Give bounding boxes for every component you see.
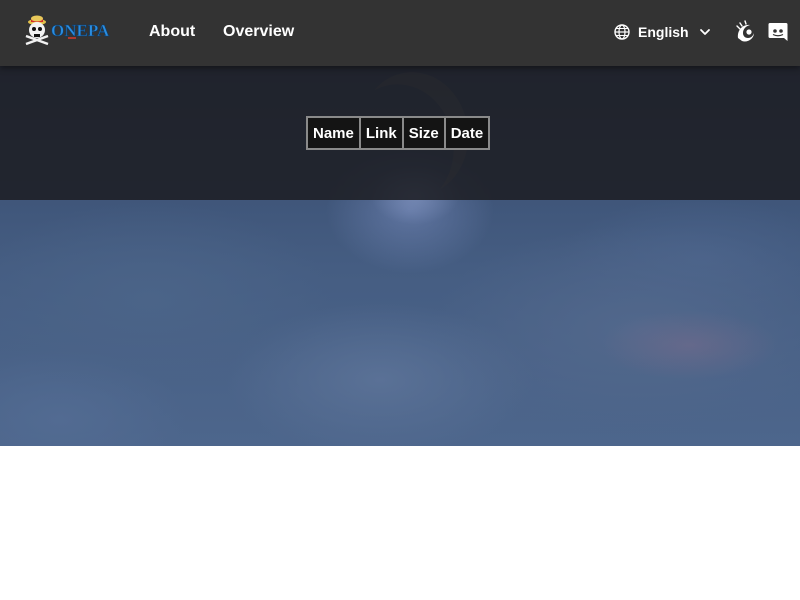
language-selector[interactable]: English [614,20,711,44]
chevron-down-icon [699,29,710,35]
cloud-highlight [600,310,780,380]
site-logo[interactable]: ONEPACE [24,14,110,46]
globe-icon [614,24,630,40]
page-footer-area [0,446,800,600]
release-table: Name Link Size Date [306,116,491,150]
language-label: English [638,24,689,40]
discord-icon [768,23,788,41]
top-navbar: ONEPACE About Overview English [0,0,800,66]
crunchyroll-icon [736,20,754,42]
column-header-link[interactable]: Link [359,117,403,149]
table-header-row: Name Link Size Date [307,117,490,149]
column-header-size[interactable]: Size [402,117,445,149]
logo-icon: ONEPACE [25,15,110,46]
svg-text:ONEPACE: ONEPACE [51,21,110,40]
column-header-date[interactable]: Date [444,117,490,149]
nav-about-link[interactable]: About [149,0,195,66]
crunchyroll-link[interactable] [735,20,757,44]
column-header-name[interactable]: Name [307,117,360,149]
discord-link[interactable] [767,20,789,44]
nav-overview-link[interactable]: Overview [223,0,294,66]
